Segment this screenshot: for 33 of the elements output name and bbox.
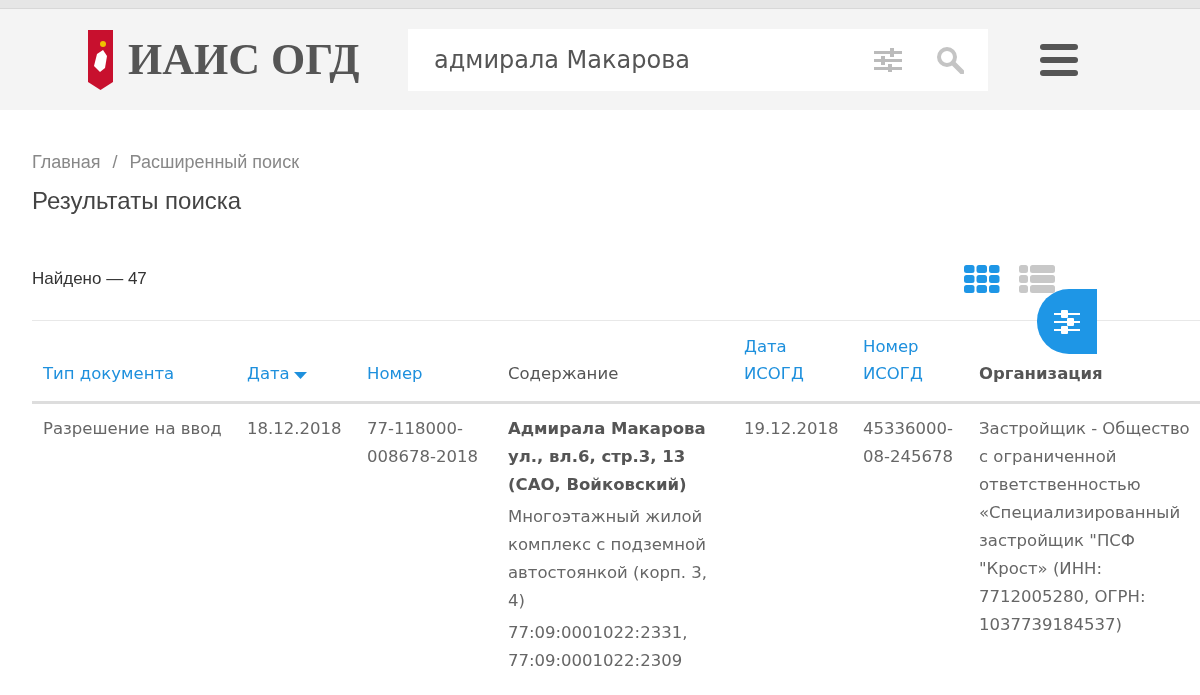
- column-header: Организация: [968, 321, 1200, 403]
- sort-arrow-icon[interactable]: [293, 370, 307, 379]
- search-field[interactable]: адмирала Макарова: [408, 28, 988, 91]
- column-header: Содержание: [497, 321, 733, 403]
- cadastral-numbers: 77:09:0001022:2331, 77:09:0001022:2309: [508, 622, 689, 672]
- breadcrumb-separator: /: [112, 152, 118, 173]
- results-count: Найдено — 47: [32, 269, 148, 289]
- page-title: Результаты поиска: [32, 187, 243, 215]
- column-sort-link[interactable]: Дата: [236, 321, 356, 403]
- column-sort-link[interactable]: Номер: [356, 321, 497, 403]
- grid-view-icon[interactable]: [964, 265, 1000, 293]
- menu-icon[interactable]: [1040, 43, 1078, 76]
- search-icon[interactable]: [936, 45, 964, 74]
- site-title: ИАИС ОГД: [128, 34, 361, 85]
- object-description: Многоэтажный жилой комплекс с подземной автостоянкой (корп. 3, 4): [508, 506, 709, 612]
- filter-button[interactable]: [1037, 289, 1097, 354]
- column-sort-link[interactable]: Номер ИСОГД: [852, 321, 968, 403]
- search-input[interactable]: адмирала Макарова: [432, 44, 874, 75]
- table-cell: 18.12.2018: [236, 402, 356, 686]
- filter-sliders-icon[interactable]: [874, 47, 902, 72]
- coat-of-arms-icon: [88, 29, 113, 90]
- table-cell: 77-118000-008678-2018: [356, 402, 497, 686]
- breadcrumb-current: Расширенный поиск: [129, 152, 300, 173]
- table-cell: Застройщик - Общество с ограниченной ответственностью «Специализированный застройщик "ПСФ "Крост» (ИНН: 7712005280, ОГРН: 1037739184537): [968, 402, 1200, 686]
- breadcrumb-link[interactable]: Главная: [32, 152, 101, 173]
- table-cell: 45336000-08-245678: [852, 402, 968, 686]
- column-sort-link[interactable]: Тип документа: [32, 321, 236, 403]
- table-cell: 19.12.2018: [733, 402, 852, 686]
- filter-sliders-icon: [1052, 307, 1082, 336]
- list-view-icon[interactable]: [1019, 265, 1055, 293]
- column-sort-link[interactable]: Дата ИСОГД: [733, 321, 852, 403]
- table-cell: Разрешение на ввод: [32, 402, 236, 686]
- object-address: Адмирала Макарова ул., вл.6, стр.3, 13 (САО, Войковский): [508, 418, 707, 496]
